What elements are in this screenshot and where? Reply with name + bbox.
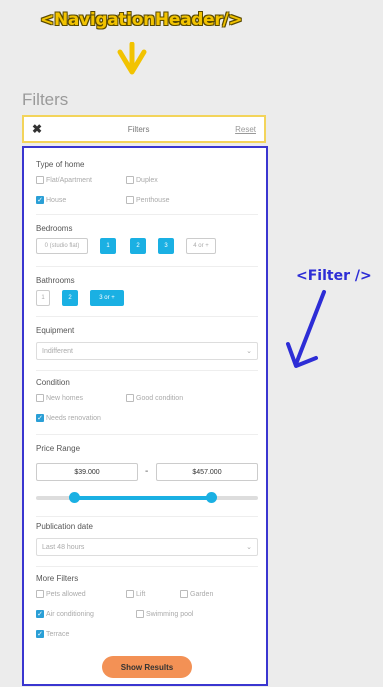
publication-date-value: Last 48 hours	[42, 543, 85, 551]
bedroom-option-studio[interactable]: 0 (studio flat)	[36, 238, 88, 254]
price-slider-min-handle[interactable]	[68, 492, 80, 503]
divider	[36, 214, 258, 215]
bedrooms-title: Bedrooms	[36, 224, 73, 233]
checkbox-box	[36, 176, 44, 184]
bathroom-option-1[interactable]: 1	[36, 290, 50, 306]
checkbox-new-homes[interactable]: New homes	[36, 394, 83, 402]
checkbox-label: Penthouse	[136, 196, 170, 204]
price-min-input[interactable]: $39.000	[36, 463, 138, 481]
checkbox-air-conditioning[interactable]: Air conditioning	[36, 610, 94, 618]
checkbox-label: Pets allowed	[46, 590, 86, 598]
checkbox-label: Garden	[190, 590, 214, 598]
divider	[36, 434, 258, 435]
bedroom-option-3[interactable]: 3	[158, 238, 174, 254]
divider	[36, 370, 258, 371]
price-range-title: Price Range	[36, 444, 81, 453]
chevron-down-icon: ⌄	[246, 544, 252, 551]
checkbox-flat-apartment[interactable]: Flat/Apartment	[36, 176, 92, 184]
navigation-header: ✖ Filters Reset	[22, 115, 266, 143]
equipment-select[interactable]: Indifferent ⌄	[36, 342, 258, 360]
checkbox-label: Flat/Apartment	[46, 176, 92, 184]
checkbox-label: Swimming pool	[146, 610, 194, 618]
checkbox-needs-renovation[interactable]: Needs renovation	[36, 414, 101, 422]
divider	[36, 266, 258, 267]
chevron-down-icon: ⌄	[246, 348, 252, 355]
checkbox-label: Lift	[136, 590, 146, 598]
checkbox-box	[126, 176, 134, 184]
checkbox-box	[36, 394, 44, 402]
nav-header-title: Filters	[127, 124, 150, 134]
checkbox-label: Duplex	[136, 176, 158, 184]
checkbox-terrace[interactable]: Terrace	[36, 630, 69, 638]
checkbox-pets-allowed[interactable]: Pets allowed	[36, 590, 86, 598]
reset-link[interactable]: Reset	[235, 125, 256, 134]
bathroom-option-2[interactable]: 2	[62, 290, 78, 306]
checkbox-label: Good condition	[136, 394, 184, 402]
bathrooms-title: Bathrooms	[36, 276, 75, 285]
checkbox-label: Air conditioning	[46, 610, 94, 618]
bedroom-option-1[interactable]: 1	[100, 238, 116, 254]
divider	[36, 516, 258, 517]
checkbox-swimming-pool[interactable]: Swimming pool	[136, 610, 193, 618]
checkbox-box-checked	[36, 196, 44, 204]
filter-annotation: <Filter />	[296, 268, 372, 284]
equipment-value: Indifferent	[42, 347, 74, 355]
price-separator: -	[145, 466, 149, 477]
price-slider-max-handle[interactable]	[206, 492, 218, 503]
divider	[36, 566, 258, 567]
down-arrow-icon	[117, 42, 147, 75]
bedroom-option-4-plus[interactable]: 4 or +	[186, 238, 216, 254]
checkbox-box	[126, 394, 134, 402]
bathroom-option-3-plus[interactable]: 3 or +	[90, 290, 124, 306]
checkbox-box	[180, 590, 188, 598]
price-max-input[interactable]: $457.000	[156, 463, 258, 481]
checkbox-box-checked	[36, 630, 44, 638]
page-title: Filters	[22, 90, 69, 109]
publication-date-select[interactable]: Last 48 hours ⌄	[36, 538, 258, 556]
checkbox-lift[interactable]: Lift	[126, 590, 145, 598]
arrow-pointer-icon	[286, 290, 326, 368]
checkbox-garden[interactable]: Garden	[180, 590, 213, 598]
checkbox-good-condition[interactable]: Good condition	[126, 394, 183, 402]
bedroom-option-2[interactable]: 2	[130, 238, 146, 254]
checkbox-box	[36, 590, 44, 598]
more-filters-title: More Filters	[36, 574, 79, 583]
navigation-header-annotation: <NavigationHeader/>	[40, 10, 243, 30]
checkbox-box-checked	[36, 414, 44, 422]
checkbox-house[interactable]: House	[36, 196, 66, 204]
type-of-home-title: Type of home	[36, 160, 85, 169]
divider	[36, 316, 258, 317]
publication-date-title: Publication date	[36, 522, 93, 531]
checkbox-label: Terrace	[46, 630, 70, 638]
checkbox-penthouse[interactable]: Penthouse	[126, 196, 169, 204]
condition-title: Condition	[36, 378, 70, 387]
checkbox-label: New homes	[46, 394, 83, 402]
checkbox-box	[126, 590, 134, 598]
filter-panel: Type of home Flat/Apartment Duplex House…	[22, 146, 268, 686]
close-icon[interactable]: ✖	[32, 122, 42, 136]
checkbox-label: House	[46, 196, 67, 204]
checkbox-label: Needs renovation	[46, 414, 101, 422]
price-slider-fill	[73, 496, 212, 500]
show-results-button[interactable]: Show Results	[102, 656, 192, 678]
equipment-title: Equipment	[36, 326, 75, 335]
checkbox-box-checked	[36, 610, 44, 618]
checkbox-box	[126, 196, 134, 204]
checkbox-duplex[interactable]: Duplex	[126, 176, 158, 184]
checkbox-box	[136, 610, 144, 618]
